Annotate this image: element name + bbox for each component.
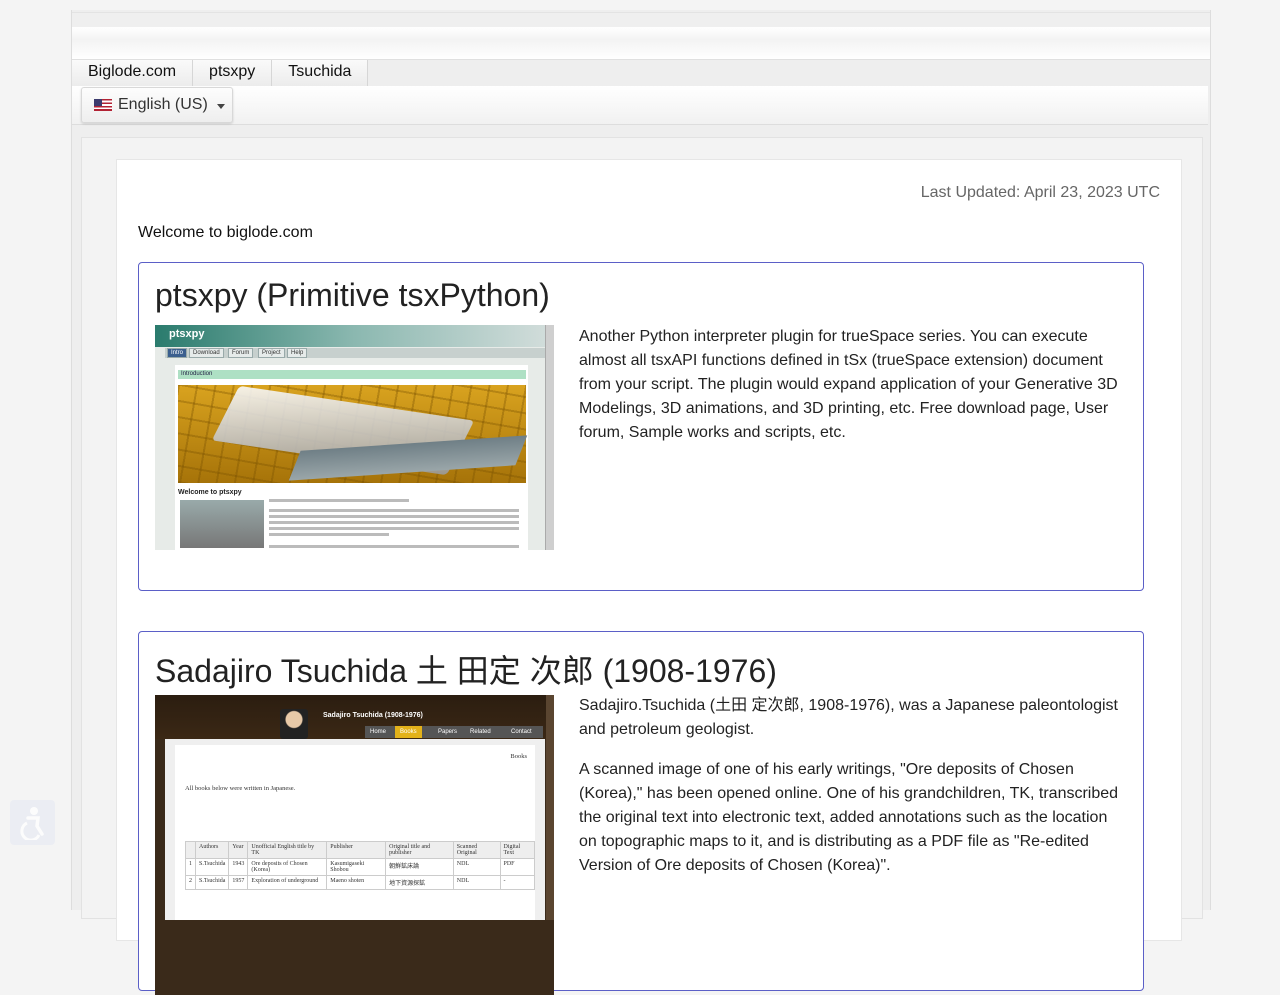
card-title[interactable]: Sadajiro Tsuchida 土 田定 次郎 (1908-1976) [155, 646, 777, 692]
top-strip [72, 12, 1210, 28]
card-description: Another Python interpreter plugin for tr… [579, 325, 1127, 461]
thumb-welcome: Welcome to ptsxpy [178, 489, 242, 496]
thumb-logo: ptsxpy [169, 328, 205, 340]
thumb-hero-image [178, 385, 528, 483]
table-row: 1 S.Tsuchida 1943 Ore deposits of Chosen… [185, 858, 536, 876]
language-bar: English (US) [72, 86, 1208, 125]
accessibility-icon [19, 806, 44, 840]
content-wrapper: Last Updated: April 23, 2023 UTC Welcome… [81, 137, 1203, 995]
card-paragraph: A scanned image of one of his early writ… [579, 761, 1119, 874]
caret-down-icon [216, 103, 225, 109]
card-title[interactable]: ptsxpy (Primitive tsxPython) [155, 277, 550, 314]
ptsxpy-screenshot[interactable]: ptsxpy Intro Download Forum Project Help… [155, 325, 554, 550]
thumb-note: All books below were written in Japanese… [185, 785, 296, 792]
ptsxpy-card: ptsxpy (Primitive tsxPython) ptsxpy Intr… [138, 262, 1144, 591]
thumb-nav-item: Intro [167, 348, 188, 358]
thumb-nav-item: Contact [511, 729, 532, 735]
tsuchida-screenshot[interactable]: Sadajiro Tsuchida (1908-1976) Home Books… [155, 695, 554, 995]
thumb-section: Books [510, 753, 527, 760]
thumb-nav-item: Related [470, 729, 491, 735]
header-bar [72, 27, 1210, 60]
table-header-row: Authors Year Unofficial English title by… [185, 841, 536, 859]
card-paragraph: Sadajiro.Tsuchida (土田 定次郎, 1908-1976), w… [579, 697, 1118, 738]
portrait-image [280, 709, 308, 739]
nav-tab-ptsxpy[interactable]: ptsxpy [193, 60, 273, 86]
tsuchida-card: Sadajiro Tsuchida 土 田定 次郎 (1908-1976) Sa… [138, 631, 1144, 995]
thumb-nav-item: Download [189, 348, 224, 358]
table-row: 2 S.Tsuchida 1957 Exploration of undergr… [185, 875, 536, 890]
thumb-nav-item: Home [370, 729, 387, 735]
card-paragraph: Another Python interpreter plugin for tr… [579, 328, 1118, 441]
thumb-nav-item: Books [395, 726, 422, 738]
thumb-nav-item: Forum [228, 348, 254, 358]
us-flag-icon [94, 99, 112, 111]
card-description: Sadajiro.Tsuchida (土田 定次郎, 1908-1976), w… [579, 694, 1127, 894]
thumb-nav-item: Help [287, 348, 308, 358]
thumb-nav-item: Project [258, 348, 285, 358]
language-label: English (US) [118, 96, 208, 113]
welcome-text: Welcome to biglode.com [138, 224, 313, 241]
accessibility-button[interactable] [10, 800, 55, 845]
thumb-intro-bar: Introduction [178, 370, 526, 379]
main-content: Last Updated: April 23, 2023 UTC Welcome… [116, 159, 1182, 995]
last-updated: Last Updated: April 23, 2023 UTC [920, 184, 1160, 201]
nav-tab-biglode[interactable]: Biglode.com [72, 60, 194, 86]
language-dropdown[interactable]: English (US) [81, 87, 233, 123]
page-frame: Biglode.com ptsxpy Tsuchida English (US)… [71, 10, 1211, 995]
thumb-nav-item: Papers [438, 729, 458, 735]
site-nav: Biglode.com ptsxpy Tsuchida [72, 60, 369, 86]
nav-tab-tsuchida[interactable]: Tsuchida [272, 60, 369, 86]
thumb-site-title: Sadajiro Tsuchida (1908-1976) [323, 712, 423, 719]
books-table: Authors Year Unofficial English title by… [185, 841, 536, 890]
